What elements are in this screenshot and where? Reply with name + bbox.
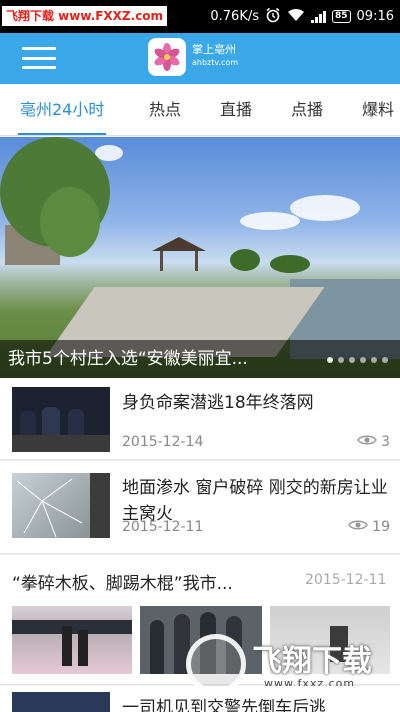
pager-dot[interactable] <box>382 357 388 363</box>
status-indicators: 0.76K/s 85 09:16 <box>210 0 394 33</box>
network-speed: 0.76K/s <box>210 9 259 24</box>
news-title: 身负命案潜逃18年终落网 <box>122 393 314 413</box>
tab-tipoff[interactable]: 爆料 <box>362 84 394 135</box>
tab-live[interactable]: 直播 <box>220 84 252 135</box>
pavilion <box>160 251 198 271</box>
news-title: 一司机见到交警先倒车后逃 <box>122 698 326 712</box>
pager-dot[interactable] <box>327 357 333 363</box>
cloud <box>290 195 360 221</box>
battery-indicator: 85 <box>332 10 351 23</box>
watermark-logo-icon <box>186 634 246 694</box>
headline-banner[interactable]: 我市5个村庄入选“安徽美丽宜... <box>0 137 400 378</box>
category-tabs: 亳州24小时 热点 直播 点播 爆料 <box>0 84 400 136</box>
news-item[interactable]: 身负命案潜逃18年终落网 2015-12-14 3 <box>0 378 400 460</box>
gallery-date: 2015-12-11 <box>305 572 387 588</box>
banner-pager <box>327 357 388 363</box>
news-views: 3 <box>357 434 390 450</box>
pager-dot[interactable] <box>338 357 344 363</box>
alarm-icon <box>265 7 281 27</box>
tab-hot[interactable]: 热点 <box>149 84 181 135</box>
watermark-brand: 飞翔下载 <box>252 644 372 679</box>
eye-icon <box>348 519 368 535</box>
pager-dot[interactable] <box>371 357 377 363</box>
watermark-top: 飞翔下载 www.FXXZ.com <box>2 6 168 26</box>
view-count: 19 <box>372 519 390 535</box>
willow-tree <box>40 187 100 257</box>
signal-icon <box>311 10 326 23</box>
logo-domain: ahbztv.com <box>192 58 239 67</box>
view-count: 3 <box>381 434 390 450</box>
app-header: 掌上亳州 ahbztv.com <box>0 33 400 84</box>
menu-icon[interactable] <box>22 45 56 71</box>
tab-bozhou-24h[interactable]: 亳州24小时 <box>17 84 107 135</box>
news-item[interactable]: 地面渗水 窗户破碎 刚交的新房让业主窝火 2015-12-11 19 <box>0 461 400 554</box>
eye-icon <box>357 434 377 450</box>
cloud <box>240 212 300 230</box>
news-date: 2015-12-14 <box>122 434 204 450</box>
news-date: 2015-12-11 <box>122 519 204 535</box>
news-thumbnail <box>12 692 110 712</box>
pavilion-roof <box>152 237 206 251</box>
pager-dot[interactable] <box>349 357 355 363</box>
tree <box>270 255 310 273</box>
news-thumbnail <box>12 387 110 452</box>
tab-vod[interactable]: 点播 <box>291 84 323 135</box>
pager-dot[interactable] <box>360 357 366 363</box>
news-thumbnail <box>12 473 110 538</box>
app-logo-icon <box>148 38 186 76</box>
tree <box>230 249 260 271</box>
gallery-image <box>12 606 132 674</box>
status-bar: 飞翔下载 www.FXXZ.com 0.76K/s 85 09:16 <box>0 0 400 33</box>
logo-name: 掌上亳州 <box>192 43 236 56</box>
clock: 09:16 <box>356 9 394 24</box>
gallery-title: “拳碎木板、脚踢木棍”我市... <box>12 574 233 594</box>
news-views: 19 <box>348 519 390 535</box>
wifi-icon <box>287 8 305 26</box>
app-logo-text: 掌上亳州 ahbztv.com <box>192 43 238 69</box>
